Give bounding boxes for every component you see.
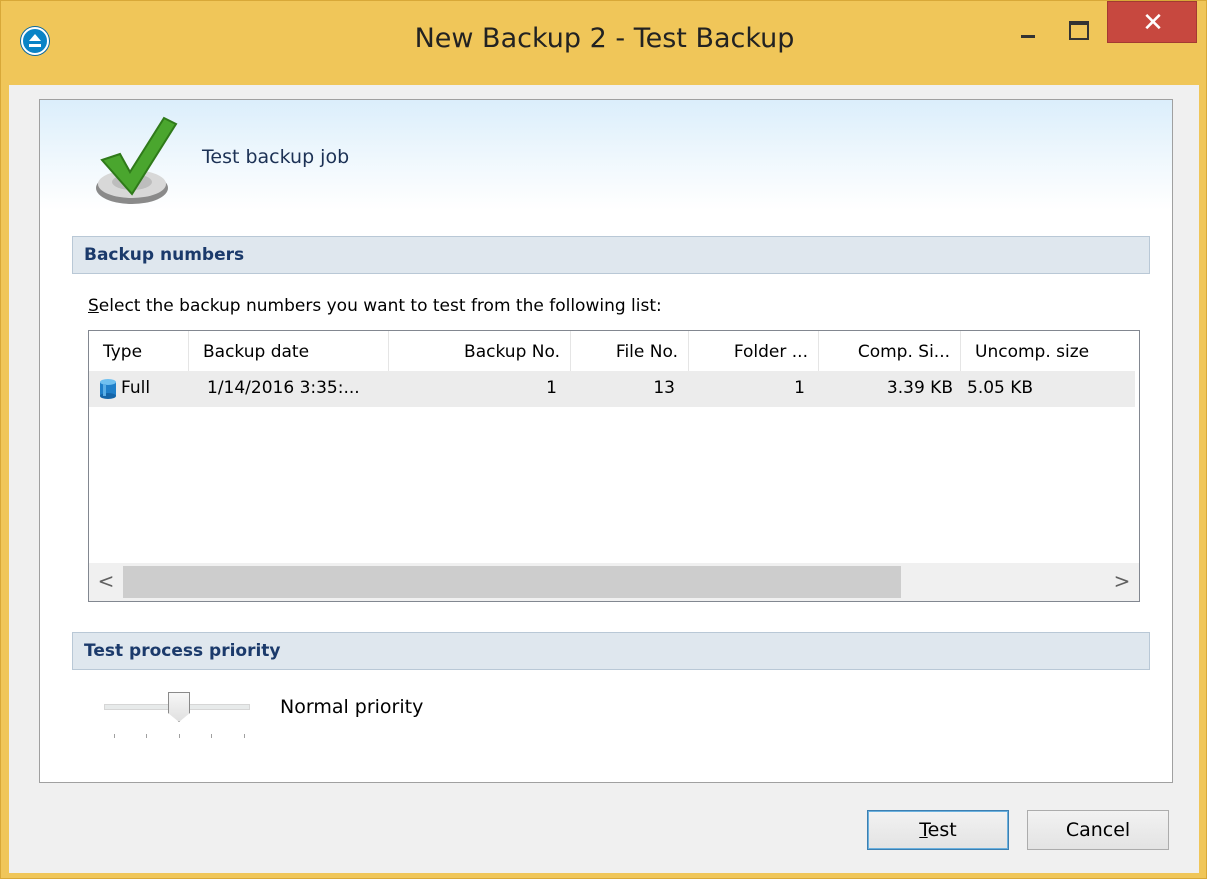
slider-thumb[interactable]: [168, 692, 190, 722]
scroll-left-icon[interactable]: <: [89, 563, 123, 601]
horizontal-scrollbar[interactable]: < >: [89, 563, 1139, 601]
slider-tick: [114, 734, 115, 738]
mnemonic-letter: S: [88, 296, 99, 316]
title-bar[interactable]: New Backup 2 - Test Backup ✕: [1, 1, 1207, 85]
header-title: Test backup job: [202, 146, 350, 168]
cell-file-no: 13: [653, 378, 675, 398]
mnemonic-letter: T: [919, 819, 928, 841]
checkmark-icon: [96, 116, 178, 204]
client-area: Test backup job Backup numbers Select th…: [9, 85, 1199, 873]
scroll-right-icon[interactable]: >: [1105, 563, 1139, 601]
column-header-type[interactable]: Type: [89, 331, 189, 371]
section-backup-numbers: Backup numbers: [72, 236, 1150, 274]
column-header-uncomp-size[interactable]: Uncomp. size: [961, 331, 1139, 371]
slider-tick: [146, 734, 147, 738]
slider-tick: [179, 734, 180, 738]
priority-slider[interactable]: [104, 692, 254, 748]
cell-backup-no: 1: [546, 378, 557, 398]
backup-list[interactable]: Type Backup date Backup No. File No. Fol…: [88, 330, 1140, 602]
header-banner: Test backup job: [40, 100, 1172, 210]
content-panel: Test backup job Backup numbers Select th…: [39, 99, 1173, 783]
cell-folder: 1: [794, 378, 805, 398]
cell-uncomp-size: 5.05 KB: [967, 378, 1034, 398]
test-button[interactable]: Test: [867, 810, 1009, 850]
minimize-button[interactable]: [1009, 5, 1047, 45]
cell-type: Full: [121, 378, 151, 398]
test-button-label: est: [927, 819, 957, 841]
full-backup-icon: [100, 379, 116, 399]
dialog-window: New Backup 2 - Test Backup ✕ Test backup…: [0, 0, 1207, 879]
slider-tick: [244, 734, 245, 738]
cancel-button[interactable]: Cancel: [1027, 810, 1169, 850]
scrollbar-thumb[interactable]: [123, 566, 901, 598]
column-header-backup-no[interactable]: Backup No.: [389, 331, 571, 371]
section-test-priority: Test process priority: [72, 632, 1150, 670]
section-title: Test process priority: [84, 641, 281, 661]
slider-tick: [211, 734, 212, 738]
priority-label: Normal priority: [280, 696, 424, 718]
maximize-button[interactable]: [1055, 5, 1101, 45]
close-button[interactable]: ✕: [1107, 1, 1197, 43]
list-header: Type Backup date Backup No. File No. Fol…: [89, 331, 1139, 371]
cell-backup-date: 1/14/2016 3:35:...: [207, 378, 360, 398]
section-title: Backup numbers: [84, 245, 245, 265]
column-header-folder[interactable]: Folder ...: [689, 331, 819, 371]
cell-comp-size: 3.39 KB: [886, 378, 953, 398]
instruction-text: Select the backup numbers you want to te…: [88, 296, 662, 316]
column-header-file-no[interactable]: File No.: [571, 331, 689, 371]
column-header-backup-date[interactable]: Backup date: [189, 331, 389, 371]
instruction-rest: elect the backup numbers you want to tes…: [98, 296, 662, 316]
column-header-comp-size[interactable]: Comp. Si...: [819, 331, 961, 371]
close-icon: ✕: [1142, 8, 1164, 38]
table-row[interactable]: Full 1/14/2016 3:35:... 1 13 1 3.39 KB 5…: [89, 371, 1135, 407]
